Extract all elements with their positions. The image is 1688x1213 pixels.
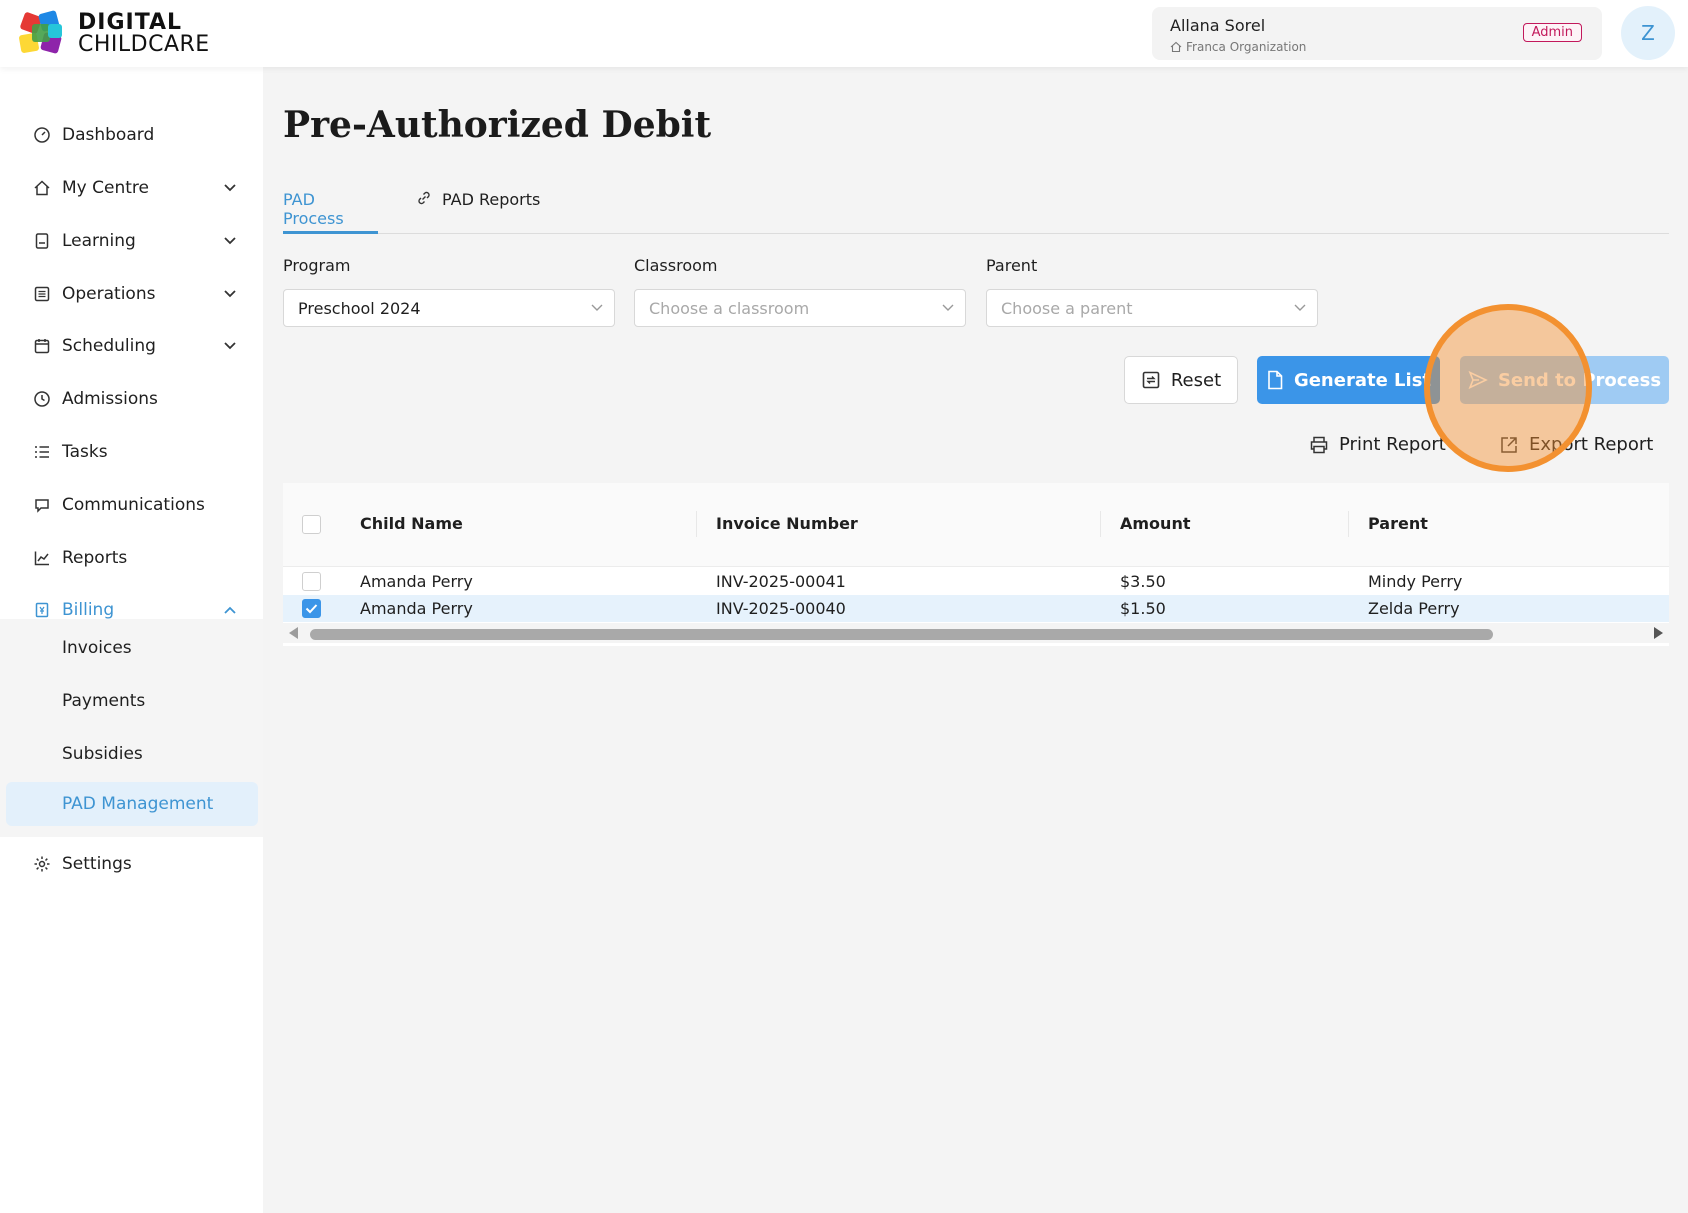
table-row[interactable]: Amanda Perry INV-2025-00041 $3.50 Mindy … [283, 568, 1669, 595]
horizontal-scrollbar[interactable] [283, 623, 1669, 643]
printer-icon [1310, 436, 1328, 453]
home-icon [32, 178, 52, 198]
puzzle-logo-icon [19, 10, 62, 54]
parent-label: Parent [986, 256, 1038, 275]
tab-bar: PAD Process PAD Reports [283, 190, 1669, 234]
checkmark-icon [305, 604, 318, 614]
role-badge: Admin [1522, 23, 1582, 42]
brand-line1: DIGITAL [78, 10, 183, 35]
gear-icon [32, 854, 52, 874]
sidebar-subitem-invoices[interactable]: Invoices [0, 626, 263, 670]
chevron-down-icon [942, 304, 954, 311]
tab-pad-reports[interactable]: PAD Reports [416, 190, 540, 234]
table-row[interactable]: Amanda Perry INV-2025-00040 $1.50 Zelda … [283, 595, 1669, 622]
scroll-right-arrow-icon[interactable] [1654, 627, 1663, 639]
billing-icon [32, 600, 52, 620]
checklist-icon [32, 442, 52, 462]
generate-list-button[interactable]: Generate List [1257, 356, 1440, 404]
sidebar-subitem-subsidies[interactable]: Subsidies [0, 732, 263, 776]
chevron-up-icon [220, 600, 240, 620]
sidebar-item-my-centre[interactable]: My Centre [0, 168, 263, 208]
column-header-parent[interactable]: Parent [1368, 514, 1428, 533]
chevron-down-icon [220, 178, 240, 198]
chart-icon [32, 548, 52, 568]
sidebar-item-settings[interactable]: Settings [0, 844, 263, 884]
book-icon [32, 231, 52, 251]
cell-invoice-number: INV-2025-00040 [716, 599, 846, 618]
parent-select[interactable]: Choose a parent [986, 289, 1318, 327]
sidebar-subitem-pad-management[interactable]: PAD Management [6, 782, 258, 826]
row-checkbox-checked[interactable] [302, 599, 321, 618]
sidebar-item-admissions[interactable]: Admissions [0, 379, 263, 419]
row-checkbox[interactable] [302, 572, 321, 591]
sidebar: Dashboard My Centre Learning Operations … [0, 67, 263, 1213]
clock-icon [32, 389, 52, 409]
link-icon [418, 191, 430, 205]
dashboard-icon [32, 125, 52, 145]
sidebar-item-dashboard[interactable]: Dashboard [0, 115, 263, 155]
user-organization: Franca Organization [1170, 40, 1306, 54]
classroom-select[interactable]: Choose a classroom [634, 289, 966, 327]
pad-table: Child Name Invoice Number Amount Parent … [283, 483, 1669, 646]
classroom-label: Classroom [634, 256, 718, 275]
top-header: DIGITAL CHILDCARE Allana Sorel Franca Or… [0, 0, 1688, 67]
scroll-left-arrow-icon[interactable] [289, 627, 298, 639]
select-all-checkbox[interactable] [302, 515, 321, 534]
reset-icon [1142, 371, 1160, 389]
sidebar-item-learning[interactable]: Learning [0, 221, 263, 261]
user-card[interactable]: Allana Sorel Franca Organization Admin [1152, 7, 1602, 60]
program-select[interactable]: Preschool 2024 [283, 289, 615, 327]
sidebar-item-reports[interactable]: Reports [0, 538, 263, 578]
cell-child-name: Amanda Perry [360, 599, 473, 618]
home-small-icon [1170, 41, 1182, 53]
column-header-child-name[interactable]: Child Name [360, 514, 463, 533]
column-header-amount[interactable]: Amount [1120, 514, 1190, 533]
cell-invoice-number: INV-2025-00041 [716, 572, 846, 591]
chevron-down-icon [591, 304, 603, 311]
program-label: Program [283, 256, 351, 275]
scrollbar-thumb[interactable] [310, 629, 1493, 640]
print-report-button[interactable]: Print Report [1309, 434, 1446, 455]
calendar-icon [32, 336, 52, 356]
avatar[interactable]: Z [1621, 6, 1675, 60]
user-name: Allana Sorel [1170, 16, 1266, 35]
reset-button[interactable]: Reset [1124, 356, 1238, 404]
sidebar-item-tasks[interactable]: Tasks [0, 432, 263, 472]
sidebar-subitem-payments[interactable]: Payments [0, 679, 263, 723]
tab-pad-process[interactable]: PAD Process [283, 190, 378, 234]
brand-line2: CHILDCARE [78, 32, 210, 57]
cell-parent: Mindy Perry [1368, 572, 1463, 591]
click-highlight-marker [1424, 304, 1592, 472]
column-header-invoice-number[interactable]: Invoice Number [716, 514, 858, 533]
cell-child-name: Amanda Perry [360, 572, 473, 591]
page-title: Pre-Authorized Debit [283, 104, 712, 146]
chevron-down-icon [220, 231, 240, 251]
cell-amount: $3.50 [1120, 572, 1166, 591]
sidebar-item-scheduling[interactable]: Scheduling [0, 326, 263, 366]
document-icon [1268, 370, 1283, 390]
table-header: Child Name Invoice Number Amount Parent [283, 483, 1669, 567]
cell-parent: Zelda Perry [1368, 599, 1460, 618]
sidebar-item-operations[interactable]: Operations [0, 274, 263, 314]
brand-logo[interactable]: DIGITAL CHILDCARE [14, 6, 210, 62]
chevron-down-icon [220, 284, 240, 304]
chevron-down-icon [1294, 304, 1306, 311]
sidebar-item-communications[interactable]: Communications [0, 485, 263, 525]
list-icon [32, 284, 52, 304]
cell-amount: $1.50 [1120, 599, 1166, 618]
chat-icon [32, 495, 52, 515]
chevron-down-icon [220, 336, 240, 356]
